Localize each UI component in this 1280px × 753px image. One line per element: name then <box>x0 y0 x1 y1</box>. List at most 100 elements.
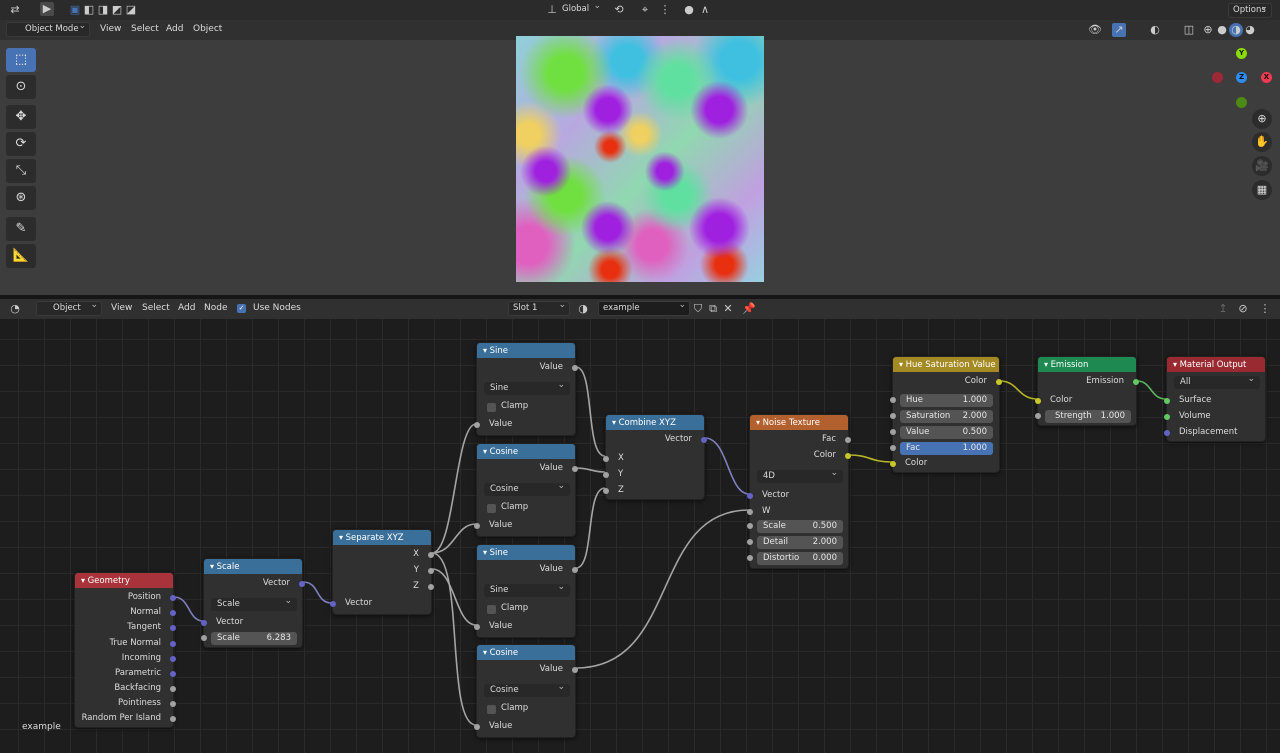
node-title[interactable]: Cosine <box>477 645 575 660</box>
clamp-checkbox[interactable] <box>487 504 496 513</box>
emission-node[interactable]: Emission Emission Color Strength 1.000 <box>1035 356 1139 426</box>
menu-view[interactable]: View <box>100 24 121 34</box>
socket[interactable] <box>170 701 176 707</box>
socket[interactable] <box>890 445 896 451</box>
node-title[interactable]: Noise Texture <box>750 415 848 430</box>
noise-scale-field[interactable]: Scale 0.500 <box>757 520 843 533</box>
select-box-tool-icon[interactable]: ⬚ <box>6 48 36 72</box>
rendered-shading-icon[interactable]: ◕ <box>1243 23 1257 37</box>
socket[interactable] <box>747 493 753 499</box>
measure-tool-icon[interactable]: 📐 <box>6 244 36 268</box>
socket[interactable] <box>890 413 896 419</box>
fac-field[interactable]: Fac 1.000 <box>900 442 993 455</box>
editor-type-icon[interactable]: ◔ <box>8 302 22 316</box>
camera-icon[interactable]: 🎥 <box>1252 156 1272 176</box>
node-title[interactable]: Hue Saturation Value <box>893 357 999 372</box>
select-subtract-icon[interactable]: ◨ <box>96 3 110 17</box>
parent-node-tree-icon[interactable]: ↥ <box>1216 302 1230 316</box>
socket[interactable] <box>170 686 176 692</box>
socket[interactable] <box>1035 413 1041 419</box>
dimensions-dropdown[interactable]: 4D <box>757 467 843 483</box>
socket[interactable] <box>474 624 480 630</box>
noise-texture-node[interactable]: Noise Texture Fac Color 4D Vector W Scal… <box>747 414 851 569</box>
socket[interactable] <box>428 552 434 558</box>
operation-dropdown[interactable]: Scale <box>211 595 297 611</box>
material-shading-icon[interactable]: ◑ <box>1229 23 1243 37</box>
move-tool-icon[interactable]: ✥ <box>6 105 36 129</box>
solid-shading-icon[interactable]: ● <box>1215 23 1229 37</box>
menu-view[interactable]: View <box>111 303 132 313</box>
noise-detail-field[interactable]: Detail 2.000 <box>757 536 843 549</box>
socket[interactable] <box>747 523 753 529</box>
node-title[interactable]: Sine <box>477 545 575 560</box>
node-title[interactable]: Sine <box>477 343 575 358</box>
socket[interactable] <box>428 568 434 574</box>
clamp-checkbox[interactable] <box>487 403 496 412</box>
socket[interactable] <box>170 610 176 616</box>
snap-icon[interactable]: ⊘ <box>1236 302 1250 316</box>
material-browse-icon[interactable]: ◑ <box>576 302 590 316</box>
socket[interactable] <box>170 625 176 631</box>
snap-target-icon[interactable]: ⋮ <box>658 3 672 17</box>
select-intersect-icon[interactable]: ◪ <box>124 3 138 17</box>
slot-dropdown[interactable]: Slot 1 <box>508 299 570 316</box>
scale-field[interactable]: Scale 6.283 <box>211 632 297 645</box>
socket[interactable] <box>428 584 434 590</box>
noise-distortion-field[interactable]: Distortio 0.000 <box>757 552 843 565</box>
visibility-icon[interactable]: 👁 <box>1088 23 1102 37</box>
hue-field[interactable]: Hue 1.000 <box>900 394 993 407</box>
socket[interactable] <box>996 379 1002 385</box>
wireframe-shading-icon[interactable]: ⊕ <box>1201 23 1215 37</box>
gizmo-z-axis[interactable]: Z <box>1236 72 1247 83</box>
node-title[interactable]: Separate XYZ <box>333 530 431 545</box>
select-invert-icon[interactable]: ◩ <box>110 3 124 17</box>
socket[interactable] <box>1164 414 1170 420</box>
socket[interactable] <box>1164 398 1170 404</box>
menu-add[interactable]: Add <box>166 24 183 34</box>
socket[interactable] <box>170 641 176 647</box>
socket[interactable] <box>845 437 851 443</box>
xray-icon[interactable]: ◫ <box>1182 23 1196 37</box>
node-title[interactable]: Combine XYZ <box>606 415 704 430</box>
pan-hand-icon[interactable]: ✋ <box>1252 132 1272 152</box>
object-mode-dropdown[interactable]: Object Mode <box>6 20 90 37</box>
gizmo-x-axis[interactable]: X <box>1261 72 1272 83</box>
material-name-field[interactable]: example <box>598 299 690 316</box>
rotate-tool-icon[interactable]: ⟳ <box>6 132 36 156</box>
cosine-node-2[interactable]: Cosine Value Cosine Clamp Value <box>474 644 578 738</box>
annotate-tool-icon[interactable]: ✎ <box>6 217 36 241</box>
gizmo-neg-y-axis[interactable] <box>1236 97 1247 108</box>
socket[interactable] <box>603 472 609 478</box>
snap-icon[interactable]: ⌖ <box>638 3 652 17</box>
node-title[interactable]: Scale <box>204 559 302 574</box>
socket[interactable] <box>572 567 578 573</box>
socket[interactable] <box>1164 430 1170 436</box>
proportional-edit-icon[interactable]: ● <box>682 3 696 17</box>
cursor-tool-icon[interactable]: ⊙ <box>6 75 36 99</box>
select-new-icon[interactable]: ▣ <box>68 3 82 17</box>
shader-type-dropdown[interactable]: Object <box>36 299 102 316</box>
scale-tool-icon[interactable]: ⤡ <box>6 159 36 183</box>
socket[interactable] <box>170 595 176 601</box>
operation-dropdown[interactable]: Sine <box>484 379 570 395</box>
transform-orientation-dropdown[interactable]: Global <box>558 0 604 18</box>
menu-select[interactable]: Select <box>142 303 170 313</box>
clamp-checkbox[interactable] <box>487 705 496 714</box>
gizmo-y-axis[interactable]: Y <box>1236 48 1247 59</box>
editor-type-icon[interactable]: ⇄ <box>8 3 22 17</box>
socket[interactable] <box>330 601 336 607</box>
socket[interactable] <box>603 488 609 494</box>
clamp-checkbox[interactable] <box>487 605 496 614</box>
menu-add[interactable]: Add <box>178 303 195 313</box>
pin-icon[interactable]: 📌 <box>742 302 756 316</box>
sine-node-2[interactable]: Sine Value Sine Clamp Value <box>474 544 578 638</box>
falloff-icon[interactable]: ∧ <box>698 3 712 17</box>
socket[interactable] <box>170 656 176 662</box>
operation-dropdown[interactable]: Cosine <box>484 480 570 496</box>
socket[interactable] <box>1133 379 1139 385</box>
zoom-icon[interactable]: ⊕ <box>1252 109 1272 129</box>
node-title[interactable]: Geometry <box>75 573 173 588</box>
grid-icon[interactable]: ▦ <box>1252 180 1272 200</box>
socket[interactable] <box>1035 398 1041 404</box>
socket[interactable] <box>474 422 480 428</box>
